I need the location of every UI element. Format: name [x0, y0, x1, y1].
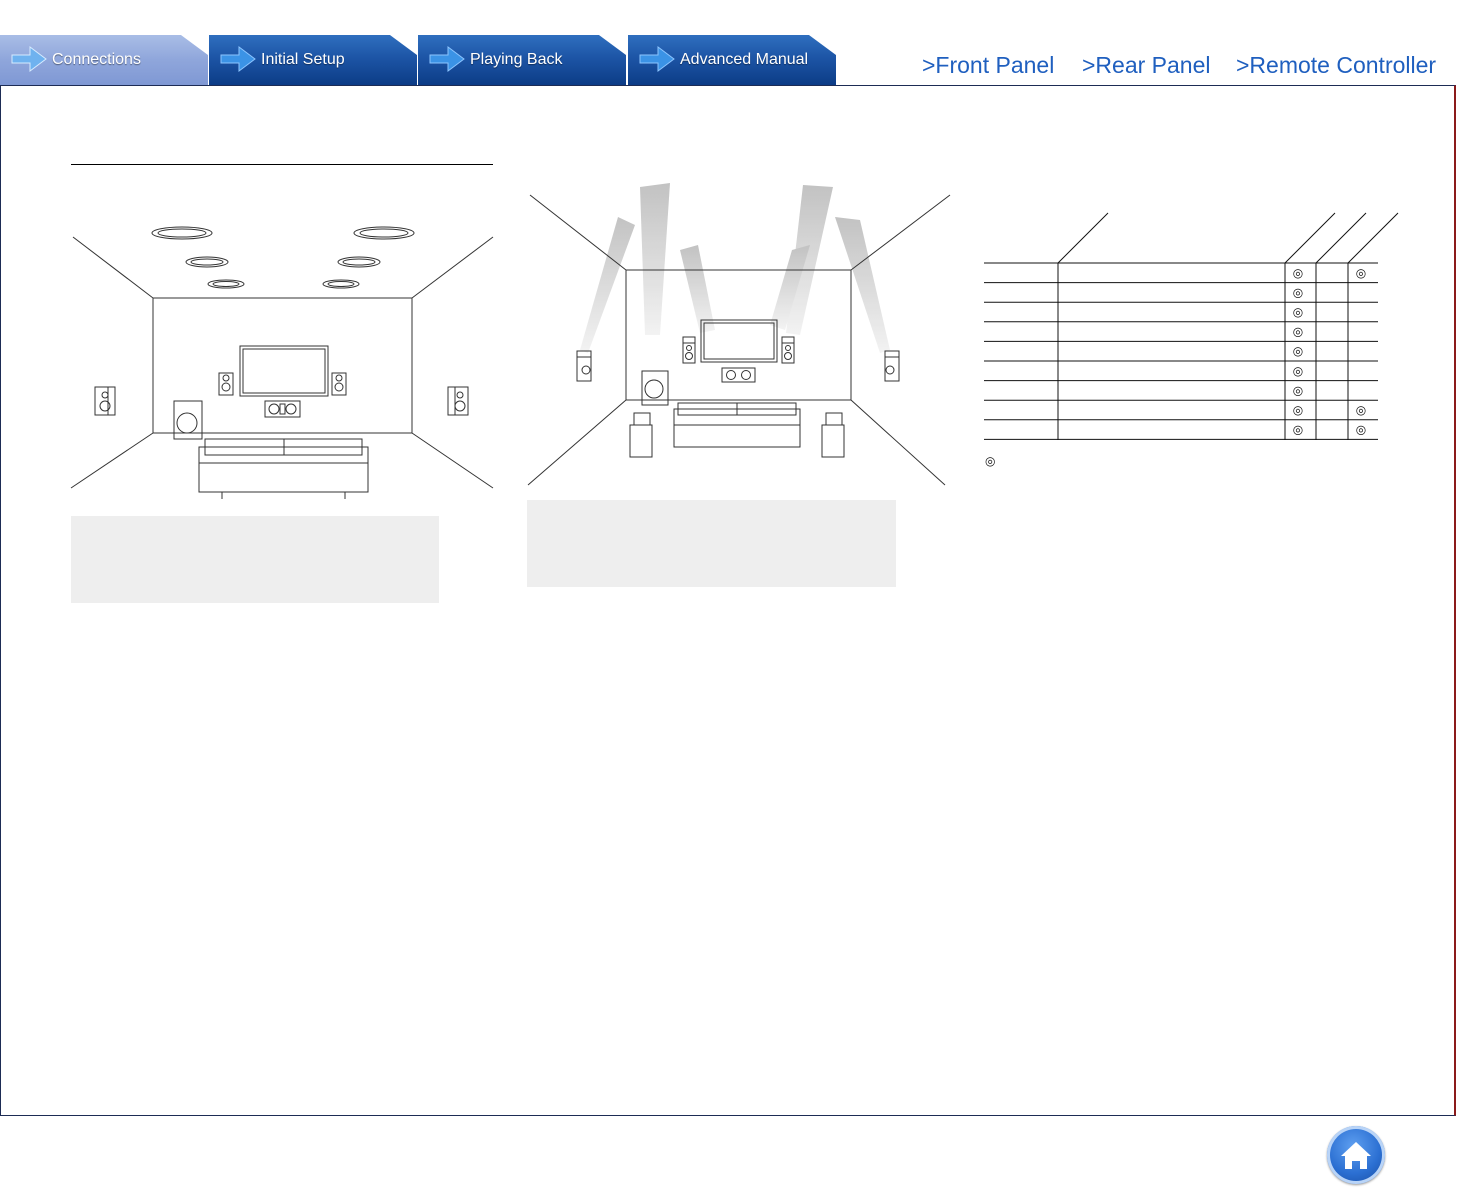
home-button[interactable] [1327, 1126, 1385, 1184]
link-front-panel[interactable]: >Front Panel [922, 52, 1054, 79]
compatibility-mark: ◎ [1293, 423, 1303, 437]
tab-label: Connections [52, 51, 141, 68]
tab-connections[interactable]: Connections [0, 35, 208, 85]
table-legend-mark: ◎ [985, 454, 996, 468]
ceiling-speaker-room-illustration [70, 226, 494, 499]
info-box [527, 500, 896, 587]
elevation-speaker-room-illustration [527, 183, 951, 486]
compatibility-mark: ◎ [1293, 344, 1303, 358]
section-divider [71, 164, 493, 165]
arrow-right-icon [220, 46, 256, 72]
home-icon [1341, 1142, 1371, 1169]
link-remote-controller[interactable]: >Remote Controller [1236, 52, 1436, 79]
compatibility-mark: ◎ [1293, 403, 1303, 417]
tab-label: Playing Back [470, 51, 563, 68]
tab-label: Advanced Manual [680, 51, 809, 68]
compatibility-mark: ◎ [1293, 325, 1303, 339]
compatibility-mark: ◎ [1356, 423, 1366, 437]
compatibility-mark: ◎ [1293, 364, 1303, 378]
compatibility-mark: ◎ [1356, 266, 1366, 280]
tab-advanced-manual[interactable]: Advanced Manual [628, 35, 836, 85]
speaker-compatibility-table: ◎ ◎ ◎ ◎ ◎ ◎ ◎ ◎ ◎ ◎ ◎ ◎ [984, 212, 1399, 440]
arrow-right-icon [11, 46, 47, 72]
tab-label: Initial Setup [261, 51, 345, 68]
arrow-right-icon [429, 46, 465, 72]
link-rear-panel[interactable]: >Rear Panel [1082, 52, 1211, 79]
compatibility-mark: ◎ [1293, 305, 1303, 319]
compatibility-mark: ◎ [1356, 403, 1366, 417]
compatibility-mark: ◎ [1293, 383, 1303, 397]
arrow-right-icon [639, 46, 675, 72]
info-box [71, 516, 439, 603]
compatibility-mark: ◎ [1293, 285, 1303, 299]
tab-playing-back[interactable]: Playing Back [418, 35, 626, 85]
tab-initial-setup[interactable]: Initial Setup [209, 35, 417, 85]
compatibility-mark: ◎ [1293, 266, 1303, 280]
